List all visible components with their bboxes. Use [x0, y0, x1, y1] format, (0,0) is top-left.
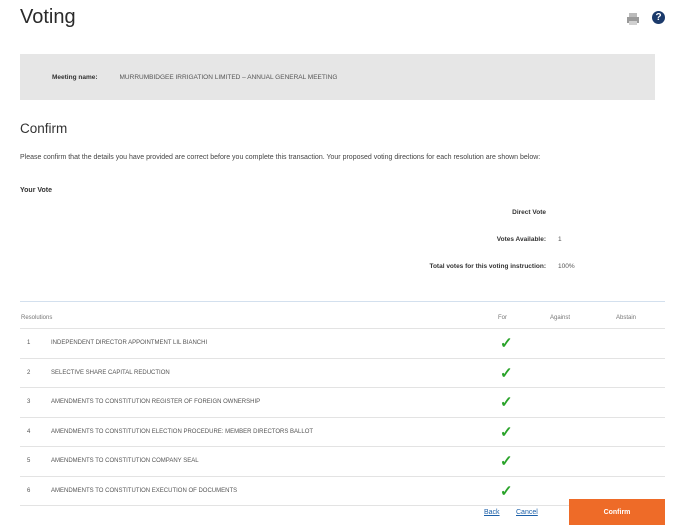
- checkmark-icon: ✓: [500, 364, 513, 382]
- for-cell: ✓: [497, 387, 549, 417]
- resolution-name: INDEPENDENT DIRECTOR APPOINTMENT LIL BIA…: [50, 328, 497, 358]
- meeting-name-label: Meeting name:: [52, 73, 98, 81]
- resolution-name: AMENDMENTS TO CONSTITUTION ELECTION PROC…: [50, 416, 497, 447]
- total-votes-label: Total votes for this voting instruction:: [429, 263, 546, 270]
- section-divider: [20, 301, 665, 302]
- table-row: 3 AMENDMENTS TO CONSTITUTION REGISTER OF …: [20, 387, 665, 417]
- direct-vote-label: Direct Vote: [512, 209, 546, 216]
- resolution-number: 5: [20, 446, 50, 476]
- against-cell: [549, 387, 615, 417]
- resolution-name: AMENDMENTS TO CONSTITUTION COMPANY SEAL: [50, 446, 497, 476]
- table-row: 4 AMENDMENTS TO CONSTITUTION ELECTION PRO…: [20, 416, 665, 447]
- for-header: For: [498, 315, 507, 321]
- abstain-cell: [615, 416, 665, 447]
- abstain-cell: [615, 328, 665, 358]
- checkmark-icon: ✓: [500, 335, 513, 353]
- against-cell: [549, 416, 615, 447]
- resolution-number: 4: [20, 416, 50, 447]
- for-cell: ✓: [497, 357, 549, 388]
- table-row: 1 INDEPENDENT DIRECTOR APPOINTMENT LIL BI…: [20, 328, 665, 358]
- abstain-header: Abstain: [616, 315, 637, 321]
- resolution-number: 1: [20, 328, 50, 358]
- abstain-cell: [615, 446, 665, 476]
- resolution-number: 3: [20, 387, 50, 417]
- abstain-cell: [615, 357, 665, 388]
- against-header: Against: [550, 315, 571, 321]
- table-row: 2 SELECTIVE SHARE CAPITAL REDUCTION ✓: [20, 357, 665, 388]
- votes-available-label: Votes Available:: [496, 236, 546, 243]
- against-cell: [549, 446, 615, 476]
- confirm-description: Please confirm that the details you have…: [20, 154, 541, 161]
- meeting-band: Meeting name: MURRUMBIDGEE IRRIGATION LI…: [20, 54, 655, 100]
- total-votes-value: 100%: [558, 263, 575, 270]
- help-icon[interactable]: ?: [652, 11, 665, 24]
- for-cell: ✓: [497, 328, 549, 358]
- resolutions-table: Resolutions For Against Abstain 1 INDEPEN…: [20, 308, 665, 506]
- abstain-cell: [615, 387, 665, 417]
- for-cell: ✓: [497, 416, 549, 447]
- back-link[interactable]: Back: [484, 509, 500, 516]
- confirm-button[interactable]: Confirm: [569, 499, 665, 525]
- your-vote-heading: Your Vote: [20, 187, 53, 194]
- table-row: 5 AMENDMENTS TO CONSTITUTION COMPANY SEAL…: [20, 446, 665, 476]
- resolution-number: 6: [20, 475, 50, 506]
- resolution-name: AMENDMENTS TO CONSTITUTION REGISTER OF F…: [50, 387, 497, 417]
- resolutions-header: Resolutions: [21, 315, 53, 321]
- meeting-name-value: MURRUMBIDGEE IRRIGATION LIMITED – ANNUAL…: [119, 73, 338, 81]
- checkmark-icon: ✓: [500, 394, 513, 412]
- votes-available-value: 1: [558, 236, 562, 243]
- resolution-name: SELECTIVE SHARE CAPITAL REDUCTION: [50, 357, 497, 388]
- confirm-heading: Confirm: [20, 121, 68, 136]
- checkmark-icon: ✓: [500, 482, 513, 500]
- against-cell: [549, 357, 615, 388]
- table-header-row: Resolutions For Against Abstain: [20, 308, 665, 329]
- checkmark-icon: ✓: [500, 453, 513, 471]
- resolution-name: AMENDMENTS TO CONSTITUTION EXECUTION OF …: [50, 475, 497, 506]
- print-icon[interactable]: [626, 12, 640, 26]
- cancel-link[interactable]: Cancel: [516, 509, 538, 516]
- checkmark-icon: ✓: [500, 423, 513, 441]
- page-title: Voting: [20, 6, 76, 28]
- resolution-number: 2: [20, 357, 50, 388]
- for-cell: ✓: [497, 446, 549, 476]
- for-cell: ✓: [497, 475, 549, 506]
- against-cell: [549, 328, 615, 358]
